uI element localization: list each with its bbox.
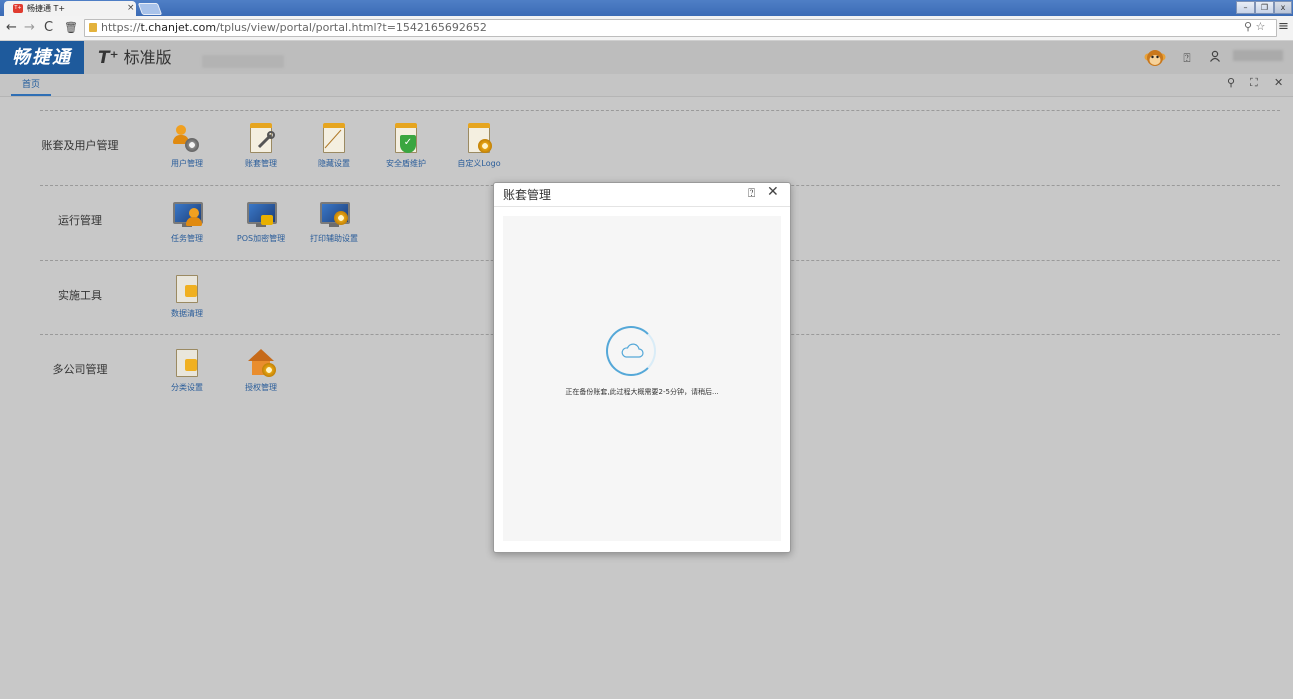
tool-data-cleanup[interactable]: 数据清理 — [156, 273, 218, 319]
tool-security-shield[interactable]: ✓ 安全盾维护 — [375, 123, 437, 169]
tool-category-settings[interactable]: 分类设置 — [156, 347, 218, 393]
shield-check-icon: ✓ — [390, 123, 422, 155]
address-toolbar: ← → C 🗑 https://t.chanjet.com/tplus/view… — [0, 16, 1293, 41]
close-icon[interactable]: ✕ — [1274, 76, 1283, 89]
browser-tab-bar: T+ 畅捷通 T+ × – ❐ x — [0, 0, 1293, 16]
url-input[interactable]: https://t.chanjet.com/tplus/view/portal/… — [84, 19, 1277, 37]
brand-logo[interactable]: 畅捷通 — [0, 41, 84, 74]
tab-home[interactable]: 首页 — [11, 78, 51, 96]
blurred-user-name — [1233, 50, 1283, 61]
section-title: 运行管理 — [58, 214, 102, 227]
forward-arrow-icon[interactable]: → — [24, 19, 35, 37]
browser-menu-icon[interactable]: ≡ — [1278, 19, 1289, 34]
backup-progress-message: 正在备份账套,此过程大概需要2-5分钟，请稍后... — [565, 388, 719, 396]
logo-doc-gear-icon — [463, 123, 495, 155]
monitor-gear-icon — [318, 198, 350, 230]
tool-authorization-management[interactable]: 授权管理 — [230, 347, 292, 393]
lock-icon — [89, 23, 97, 32]
section-title: 多公司管理 — [52, 363, 108, 376]
hidden-doc-icon — [318, 123, 350, 155]
tool-hide-settings[interactable]: 隐藏设置 — [303, 123, 365, 169]
dialog-title: 账套管理 — [503, 188, 552, 202]
tool-task-management[interactable]: 任务管理 — [156, 198, 218, 244]
blurred-company-name — [202, 55, 284, 68]
tool-custom-logo[interactable]: 自定义Logo — [448, 123, 510, 169]
tool-account-management[interactable]: 账套管理 — [230, 123, 292, 169]
tool-print-assist[interactable]: 打印辅助设置 — [303, 198, 365, 244]
app-header: 畅捷通 T⁺ 标准版 ⍰ — [0, 41, 1293, 74]
fullscreen-icon[interactable]: ⛶ — [1250, 76, 1258, 90]
dialog-divider — [494, 206, 790, 207]
doc-category-icon — [171, 347, 203, 379]
tab-close-icon[interactable]: × — [127, 1, 135, 16]
dialog-body: 正在备份账套,此过程大概需要2-5分钟，请稍后... — [503, 216, 781, 541]
back-arrow-icon[interactable]: ← — [6, 19, 17, 37]
url-text: https://t.chanjet.com/tplus/view/portal/… — [101, 21, 487, 34]
product-title: T⁺ 标准版 — [98, 48, 172, 68]
window-minimize-button[interactable]: – — [1236, 1, 1255, 14]
bookmark-star-icon[interactable]: ⚲ ☆ — [1244, 20, 1265, 33]
cloud-icon — [621, 343, 644, 358]
search-icon[interactable]: ⚲ — [1227, 76, 1235, 89]
page-tabs-bar: 首页 ⚲ ⛶ ✕ — [0, 74, 1293, 97]
tool-user-management[interactable]: 用户管理 — [156, 123, 218, 169]
tab-title: 畅捷通 T+ — [27, 4, 66, 13]
browser-tab[interactable]: T+ 畅捷通 T+ × — [4, 1, 136, 16]
tool-pos-encryption[interactable]: POS加密管理 — [230, 198, 292, 244]
monkey-mascot-icon[interactable] — [1144, 48, 1166, 68]
dialog-close-icon[interactable]: ✕ — [767, 184, 779, 200]
window-close-button[interactable]: x — [1274, 1, 1292, 14]
house-gear-icon — [245, 347, 277, 379]
help-icon[interactable]: ⍰ — [748, 186, 755, 201]
loading-spinner — [606, 326, 656, 376]
help-icon[interactable]: ⍰ — [1178, 49, 1196, 67]
account-management-dialog: 账套管理 ⍰ ✕ 正在备份账套,此过程大概需要2-5分钟，请稍后... — [493, 182, 791, 553]
reload-icon[interactable]: C — [44, 19, 53, 37]
favicon-icon: T+ — [13, 4, 23, 13]
section-title: 账套及用户管理 — [41, 139, 119, 152]
monitor-lock-icon — [245, 198, 277, 230]
monitor-user-icon — [171, 198, 203, 230]
doc-arrow-icon — [171, 273, 203, 305]
user-gear-icon — [171, 123, 203, 155]
new-tab-button[interactable] — [137, 3, 163, 15]
window-restore-button[interactable]: ❐ — [1255, 1, 1274, 14]
section-account-user-management: 账套及用户管理 用户管理 账套管理 隐藏设置 ✓ 安全盾维护 自定义Logo — [40, 110, 1280, 185]
account-doc-wrench-icon — [245, 123, 277, 155]
section-title: 实施工具 — [58, 289, 102, 302]
user-icon[interactable] — [1206, 49, 1224, 67]
trash-icon[interactable]: 🗑 — [64, 19, 78, 37]
